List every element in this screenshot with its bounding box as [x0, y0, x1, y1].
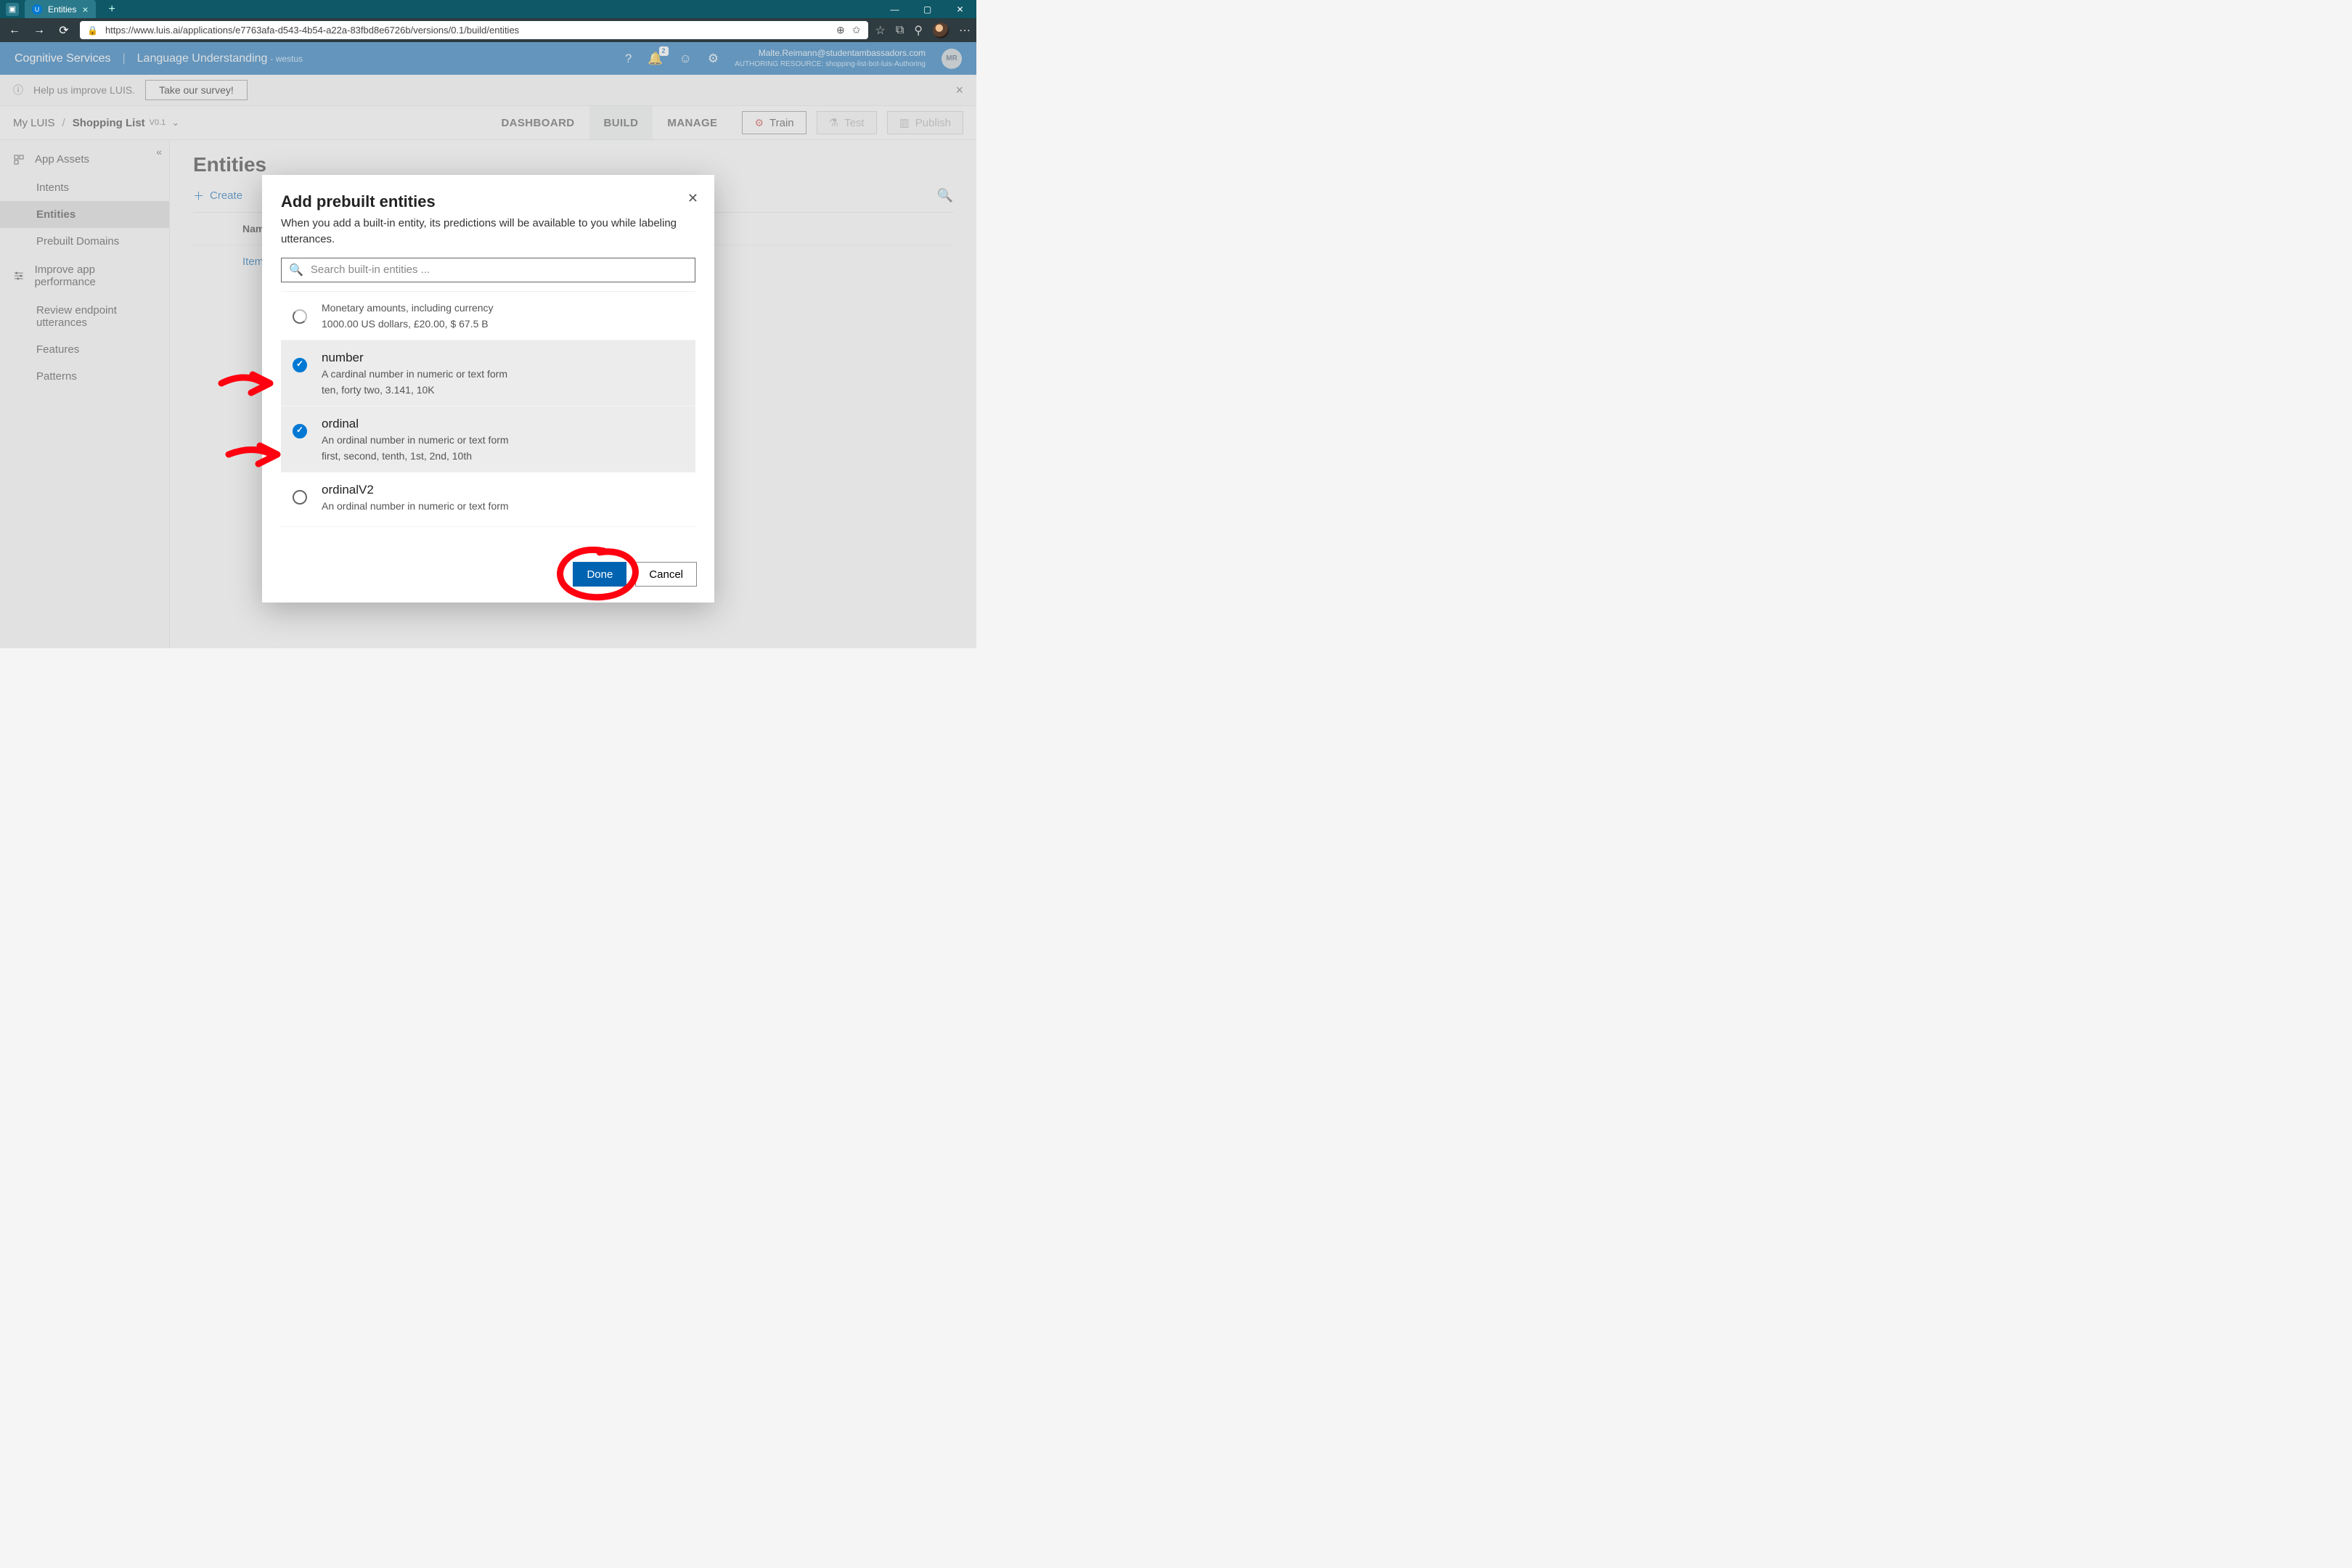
modal-footer: Done Cancel	[262, 550, 714, 603]
modal-title: Add prebuilt entities	[281, 192, 695, 211]
zoom-icon[interactable]: ⊕	[836, 24, 845, 36]
entity-name: ordinalV2	[322, 483, 509, 497]
entity-checkbox[interactable]	[293, 358, 307, 372]
menu-icon[interactable]: ⋯	[959, 23, 971, 38]
refresh-button[interactable]: ⟳	[55, 22, 73, 39]
entity-checkbox[interactable]	[293, 424, 307, 438]
done-button[interactable]: Done	[573, 562, 626, 587]
entity-row-ordinal[interactable]: ordinal An ordinal number in numeric or …	[281, 407, 695, 473]
url-text: https://www.luis.ai/applications/e7763af…	[105, 25, 829, 36]
entity-description: A cardinal number in numeric or text for…	[322, 368, 507, 380]
entity-example: 1000.00 US dollars, £20.00, $ 67.5 B	[322, 318, 494, 330]
entity-example: ten, forty two, 3.141, 10K	[322, 384, 507, 396]
window-close[interactable]: ✕	[944, 0, 976, 18]
forward-button[interactable]: →	[30, 22, 48, 39]
entity-example: first, second, tenth, 1st, 2nd, 10th	[322, 450, 509, 462]
tab-close-icon[interactable]: ×	[82, 4, 88, 15]
page: Cognitive Services | Language Understand…	[0, 42, 976, 648]
modal-description: When you add a built-in entity, its pred…	[281, 216, 695, 248]
edge-app-icon: ▣	[6, 3, 19, 16]
entity-list[interactable]: Monetary amounts, including currency 100…	[281, 291, 695, 534]
entity-row-money[interactable]: Monetary amounts, including currency 100…	[281, 292, 695, 340]
entity-search-input[interactable]	[311, 264, 687, 276]
window-minimize[interactable]: —	[878, 0, 911, 18]
new-tab-button[interactable]: +	[102, 3, 123, 16]
modal-close-icon[interactable]: ✕	[687, 191, 698, 206]
window-maximize[interactable]: ▢	[911, 0, 944, 18]
entity-row-number[interactable]: number A cardinal number in numeric or t…	[281, 340, 695, 407]
back-button[interactable]: ←	[6, 22, 23, 39]
entity-checkbox[interactable]	[293, 309, 307, 324]
window-controls: — ▢ ✕	[878, 0, 976, 18]
lock-icon: 🔒	[87, 25, 98, 36]
browser-titlebar: ▣ U Entities × + — ▢ ✕	[0, 0, 976, 18]
tab-title: Entities	[48, 4, 76, 15]
add-prebuilt-entities-modal: ✕ Add prebuilt entities When you add a b…	[262, 175, 714, 603]
collections-icon[interactable]: ⧉	[896, 24, 904, 37]
entity-description: Monetary amounts, including currency	[322, 302, 494, 314]
entity-name: number	[322, 351, 507, 365]
profile-avatar[interactable]	[933, 23, 949, 38]
favorites-icon[interactable]: ☆	[875, 23, 886, 38]
entity-description: An ordinal number in numeric or text for…	[322, 500, 509, 512]
entity-name: ordinal	[322, 417, 509, 431]
entity-checkbox[interactable]	[293, 490, 307, 505]
favorite-icon[interactable]: ✩	[852, 24, 861, 36]
entity-search-box[interactable]: 🔍	[281, 258, 695, 282]
cancel-button[interactable]: Cancel	[635, 562, 697, 587]
search-icon: 🔍	[289, 263, 303, 277]
extensions-icon[interactable]: ⚲	[914, 23, 923, 38]
entity-row-ordinalv2[interactable]: ordinalV2 An ordinal number in numeric o…	[281, 473, 695, 527]
tab-favicon: U	[32, 4, 42, 15]
address-bar[interactable]: 🔒 https://www.luis.ai/applications/e7763…	[80, 21, 868, 39]
browser-tab[interactable]: U Entities ×	[25, 0, 96, 18]
browser-toolbar: ← → ⟳ 🔒 https://www.luis.ai/applications…	[0, 18, 976, 42]
entity-description: An ordinal number in numeric or text for…	[322, 434, 509, 446]
